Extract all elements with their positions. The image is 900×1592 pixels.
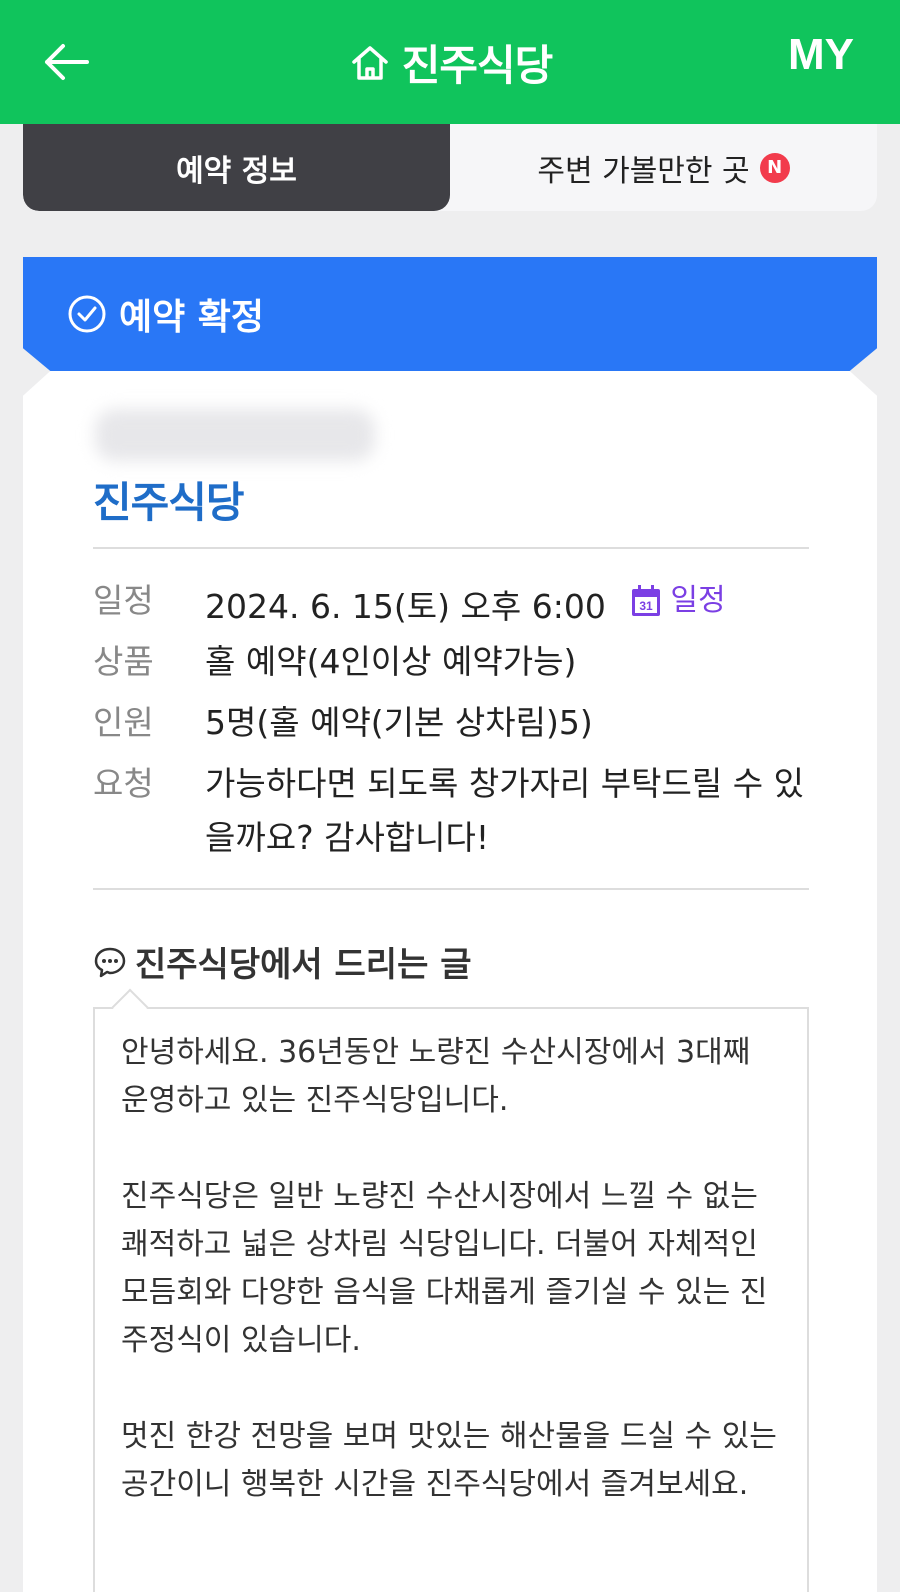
tab-bar: 예약 정보 주변 가볼만한 곳 N	[23, 124, 877, 211]
info-label: 상품	[93, 642, 154, 681]
back-button[interactable]	[36, 34, 96, 90]
notice-box: 안녕하세요. 36년동안 노량진 수산시장에서 3대째 운영하고 있는 진주식당…	[93, 988, 809, 1592]
header-title: 진주식당	[348, 32, 553, 93]
add-to-calendar-link[interactable]: 31 일정	[630, 574, 726, 628]
notice-paragraph: 멋진 한강 전망을 보며 맛있는 해산물을 드실 수 있는 공간이니 행복한 시…	[121, 1419, 777, 1502]
new-badge: N	[759, 152, 790, 183]
info-row-request: 요청 가능하다면 되도록 창가자리 부탁드릴 수 있을까요? 감사합니다!	[93, 757, 813, 865]
status-banner: 예약 확정	[23, 257, 877, 371]
info-value: 5명(홀 예약(기본 상차림)5)	[205, 703, 593, 742]
reservation-card: 진주식당 일정 2024. 6. 15(토) 오후 6:00 31 일정 상품 …	[23, 371, 877, 1592]
info-label: 일정	[93, 581, 154, 620]
notice-title: 진주식당에서 드리는 글	[135, 945, 472, 985]
tab-reservation-info[interactable]: 예약 정보	[23, 124, 450, 211]
notice-paragraph: 안녕하세요. 36년동안 노량진 수산시장에서 3대째 운영하고 있는 진주식당…	[121, 1035, 751, 1118]
notice-heading: 진주식당에서 드리는 글	[93, 937, 471, 986]
home-icon	[351, 46, 388, 80]
info-row-schedule: 일정 2024. 6. 15(토) 오후 6:00 31 일정	[93, 574, 813, 634]
info-label: 인원	[93, 703, 154, 742]
calendar-icon: 31	[632, 585, 661, 616]
schedule-value: 2024. 6. 15(토) 오후 6:00	[205, 587, 606, 626]
store-name[interactable]: 진주식당	[93, 469, 245, 530]
divider	[93, 547, 809, 549]
app-header: 진주식당 MY	[0, 0, 900, 124]
page-title: 진주식당	[401, 40, 554, 90]
info-row-product: 상품 홀 예약(4인이상 예약가능)	[93, 635, 813, 689]
tab-nearby-label: 주변 가볼만한 곳	[537, 153, 750, 189]
status-label: 예약 확정	[119, 297, 265, 338]
notice-paragraph: 진주식당은 일반 노량진 수산시장에서 느낄 수 없는 쾌적하고 넓은 상차림 …	[121, 1179, 768, 1358]
my-page-button[interactable]: MY	[788, 30, 854, 80]
tab-nearby-places[interactable]: 주변 가볼만한 곳 N	[450, 124, 877, 211]
notice-pointer	[111, 988, 149, 1026]
info-row-party-size: 인원 5명(홀 예약(기본 상차림)5)	[93, 696, 813, 750]
info-label: 요청	[93, 764, 154, 803]
info-value: 홀 예약(4인이상 예약가능)	[205, 642, 577, 681]
speech-bubble-icon	[94, 947, 126, 977]
info-value: 2024. 6. 15(토) 오후 6:00 31 일정	[205, 574, 813, 634]
calendar-link-label: 일정	[670, 583, 726, 618]
back-arrow-icon	[45, 44, 89, 80]
info-value: 가능하다면 되도록 창가자리 부탁드릴 수 있을까요? 감사합니다!	[205, 764, 804, 857]
redacted-text	[95, 409, 375, 461]
svg-text:31: 31	[640, 599, 654, 613]
divider	[93, 888, 809, 890]
check-circle-icon	[68, 295, 106, 333]
